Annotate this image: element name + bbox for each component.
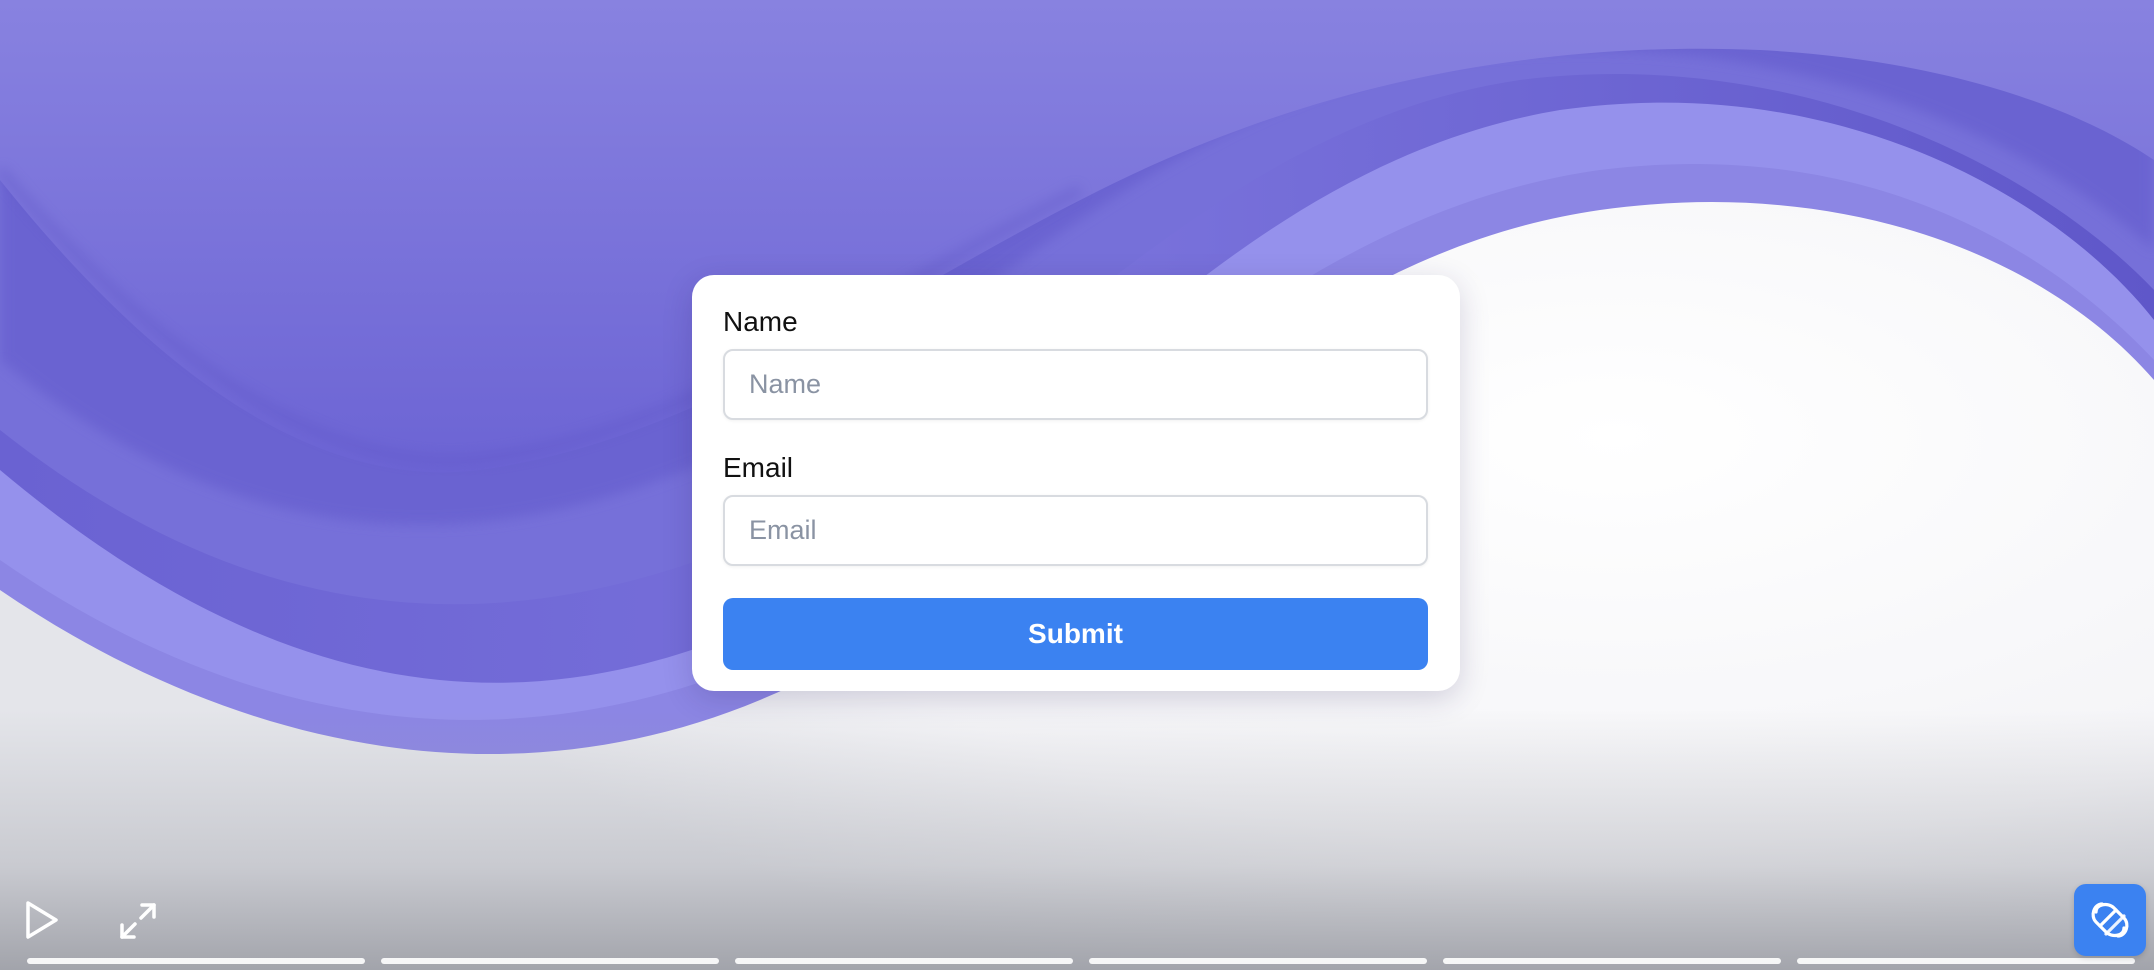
slide-progress-bar: [27, 958, 2154, 964]
background-stage: Name Email Submit: [0, 0, 2154, 970]
brand-logo-icon: [2091, 902, 2129, 938]
progress-segment[interactable]: [1089, 958, 1427, 964]
name-label: Name: [723, 306, 798, 337]
brand-button[interactable]: [2074, 884, 2146, 956]
fullscreen-button[interactable]: [118, 901, 158, 941]
submit-button[interactable]: Submit: [723, 598, 1428, 670]
progress-segment[interactable]: [735, 958, 1073, 964]
contact-form: Name Email Submit: [692, 275, 1460, 691]
name-input[interactable]: [723, 349, 1428, 420]
email-label: Email: [723, 452, 794, 483]
progress-segment[interactable]: [1797, 958, 2135, 964]
name-field-group: Name: [723, 305, 1429, 420]
play-button[interactable]: [22, 899, 62, 941]
email-input[interactable]: [723, 495, 1428, 566]
progress-segment[interactable]: [381, 958, 719, 964]
progress-segment[interactable]: [1443, 958, 1781, 964]
progress-segment[interactable]: [27, 958, 365, 964]
email-field-group: Email: [723, 451, 1429, 566]
expand-icon: [120, 903, 156, 939]
play-icon: [26, 901, 58, 939]
